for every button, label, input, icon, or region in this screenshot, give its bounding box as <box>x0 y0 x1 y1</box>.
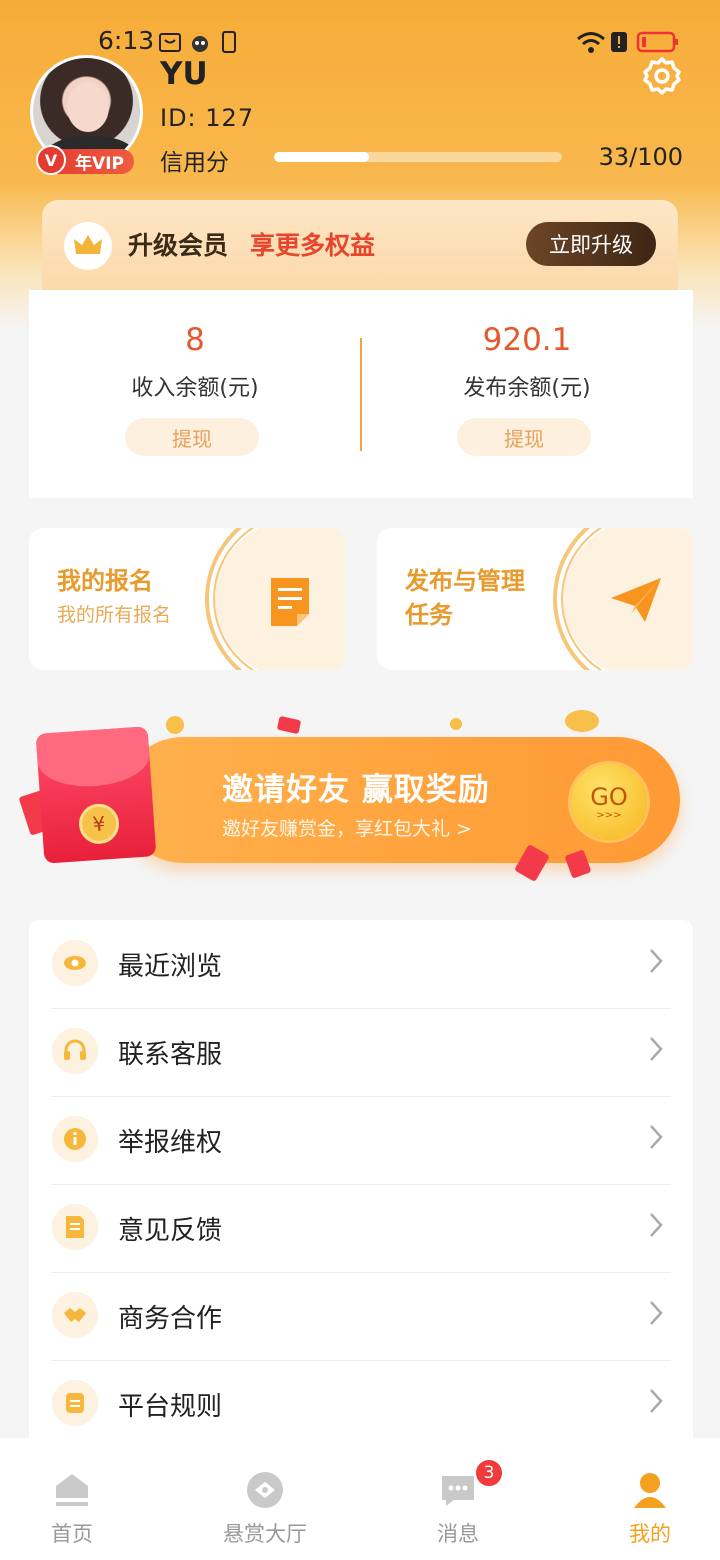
vip-v-mark: V <box>36 145 66 175</box>
chevron-right-icon <box>650 1037 663 1061</box>
publish-balance-label: 发布余额(元) <box>463 376 591 401</box>
document-icon <box>271 578 309 626</box>
tab-label: 我的 <box>629 1522 671 1546</box>
publish-withdraw-button[interactable]: 提现 <box>457 418 591 456</box>
invite-title: 邀请好友 赢取奖励 <box>222 772 490 808</box>
tab-label: 消息 <box>437 1522 479 1546</box>
tab-label: 悬赏大厅 <box>223 1522 307 1546</box>
eye-icon <box>52 940 98 986</box>
go-arrows: >>> <box>596 810 622 821</box>
balance-card: 8 收入余额(元) 提现 920.1 发布余额(元) 提现 <box>29 290 693 498</box>
tab-mine[interactable]: 我的 <box>560 1438 720 1560</box>
menu-item-label: 联系客服 <box>118 1040 223 1070</box>
avatar-face <box>67 82 109 132</box>
headset-icon <box>52 1028 98 1074</box>
chevron-right-icon <box>650 1301 663 1325</box>
handshake-icon <box>52 1292 98 1338</box>
alert-icon <box>611 32 627 52</box>
tab-reward-hall[interactable]: 悬赏大厅 <box>175 1438 355 1560</box>
tab-messages[interactable]: 3 消息 <box>368 1438 548 1560</box>
income-balance-label: 收入余额(元) <box>131 376 259 401</box>
publish-manage-title: 发布与管理任务 <box>405 567 525 629</box>
menu-item-label: 平台规则 <box>118 1392 223 1422</box>
decoration-coin <box>166 716 184 734</box>
upgrade-membership-banner[interactable]: 升级会员 享更多权益 立即升级 <box>42 200 678 298</box>
credit-score-fill <box>274 152 370 162</box>
tab-label: 首页 <box>51 1522 93 1546</box>
chevron-right-icon <box>650 1213 663 1237</box>
yuan-coin-icon: ¥ <box>77 802 121 846</box>
status-time: 6:13 <box>98 26 155 55</box>
my-signups-card[interactable]: 我的报名 我的所有报名 <box>29 528 345 670</box>
publish-balance-value: 920.1 <box>482 322 572 358</box>
publish-manage-card[interactable]: 发布与管理任务 <box>377 528 693 670</box>
rules-icon <box>52 1380 98 1426</box>
my-signups-title: 我的报名 <box>57 567 153 595</box>
username: YU <box>160 56 208 92</box>
credit-score-label: 信用分 <box>160 150 229 176</box>
vip-label: 年VIP <box>75 154 124 174</box>
upgrade-title: 升级会员 <box>128 231 229 260</box>
shopping-bag-icon <box>159 33 181 52</box>
menu-item-business-cooperation[interactable]: 商务合作 <box>52 1272 671 1361</box>
credit-score-value: 33/100 <box>598 143 683 171</box>
settings-gear-icon[interactable] <box>641 55 683 97</box>
app-notification-icon <box>192 36 208 52</box>
menu-item-label: 举报维权 <box>118 1128 223 1158</box>
chevron-right-icon <box>650 1125 663 1149</box>
go-button[interactable]: GO >>> <box>571 764 647 840</box>
info-icon <box>52 1116 98 1162</box>
menu-item-platform-rules[interactable]: 平台规则 <box>52 1360 671 1448</box>
red-envelope-illustration: ¥ <box>35 726 157 864</box>
menu-item-feedback[interactable]: 意见反馈 <box>52 1184 671 1273</box>
status-bar: 6:13 <box>0 26 720 60</box>
menu-item-label: 意见反馈 <box>118 1216 223 1246</box>
income-balance: 8 收入余额(元) 提现 <box>29 290 361 498</box>
decoration-red-packet <box>276 715 302 735</box>
menu-item-label: 商务合作 <box>118 1304 223 1334</box>
invite-friends-banner[interactable]: ¥ 邀请好友 赢取奖励 邀好友赚赏金，享红包大礼 > GO >>> <box>18 710 700 890</box>
profile-icon <box>634 1473 666 1508</box>
wifi-icon <box>577 32 605 53</box>
vip-badge: V 年VIP <box>36 145 134 175</box>
settings-menu: 最近浏览 联系客服 举报维权 意见反馈 商务合作 平台规则 <box>29 920 693 1440</box>
hall-icon <box>247 1472 283 1508</box>
menu-item-label: 最近浏览 <box>118 952 223 982</box>
upgrade-subtitle: 享更多权益 <box>250 231 376 260</box>
invite-subtitle: 邀好友赚赏金，享红包大礼 > <box>222 818 472 840</box>
income-balance-value: 8 <box>185 322 205 358</box>
decoration-coin <box>565 710 599 732</box>
upgrade-now-button[interactable]: 立即升级 <box>526 222 656 266</box>
publish-balance: 920.1 发布余额(元) 提现 <box>361 290 693 498</box>
user-id: ID: 127 <box>160 104 255 132</box>
home-icon <box>56 1474 88 1506</box>
credit-score-bar <box>274 152 562 162</box>
menu-item-recent-views[interactable]: 最近浏览 <box>52 920 671 1009</box>
bottom-tab-bar: 首页 悬赏大厅 3 消息 我的 <box>0 1438 720 1560</box>
menu-item-report[interactable]: 举报维权 <box>52 1096 671 1185</box>
battery-icon <box>636 31 678 53</box>
message-icon <box>442 1476 474 1506</box>
red-envelope-flap <box>35 726 152 790</box>
chevron-right-icon <box>650 949 663 973</box>
menu-item-customer-service[interactable]: 联系客服 <box>52 1008 671 1097</box>
chevron-right-icon <box>650 1389 663 1413</box>
feedback-icon <box>52 1204 98 1250</box>
crown-icon <box>74 235 102 254</box>
paper-plane-icon <box>611 578 661 622</box>
tab-home[interactable]: 首页 <box>0 1438 162 1560</box>
my-signups-subtitle: 我的所有报名 <box>57 604 172 626</box>
income-withdraw-button[interactable]: 提现 <box>125 418 259 456</box>
go-label: GO <box>590 783 628 811</box>
decoration-coin <box>450 718 462 730</box>
unread-badge: 3 <box>474 1458 504 1488</box>
crown-badge <box>64 222 112 270</box>
sim-card-icon <box>222 31 236 53</box>
